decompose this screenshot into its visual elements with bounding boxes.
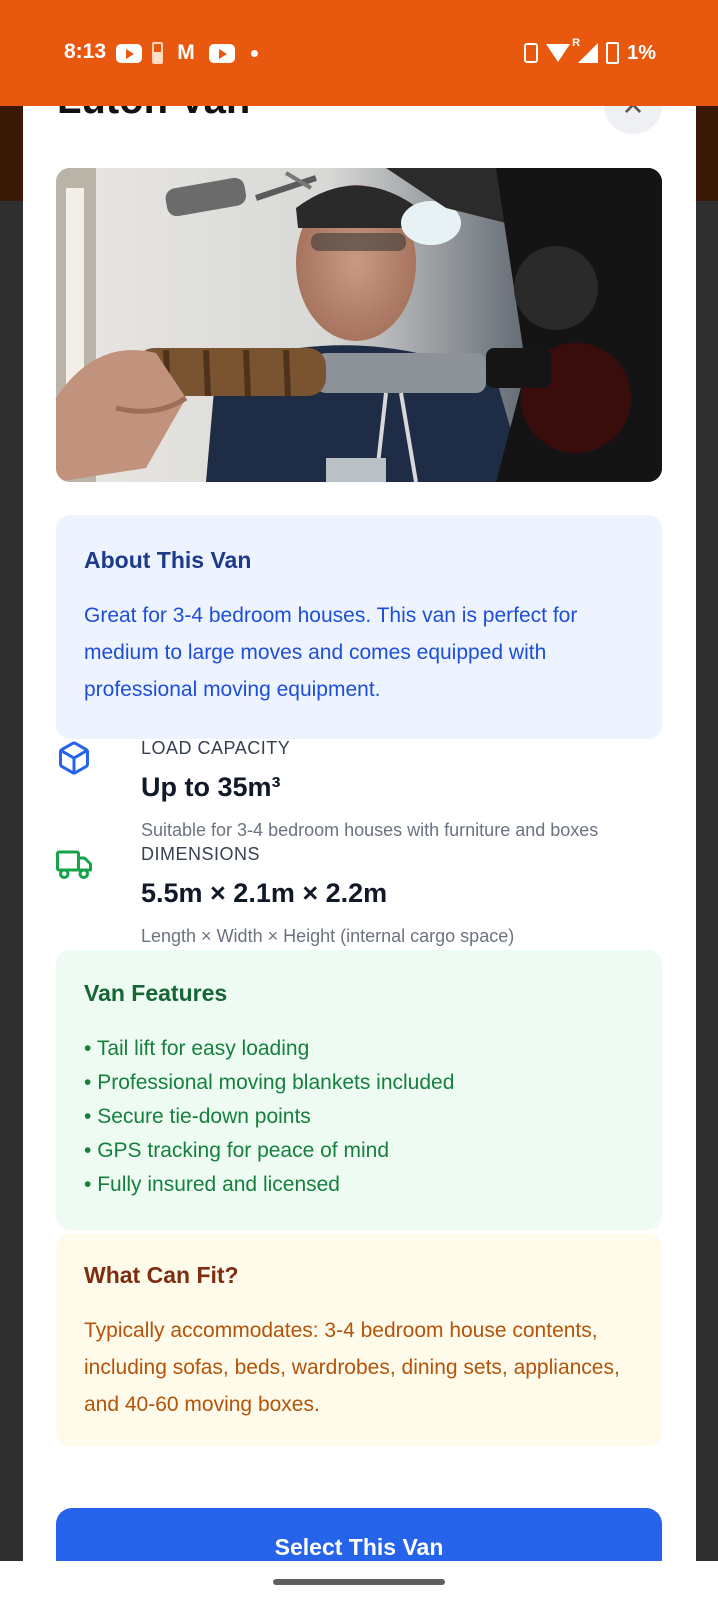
- roaming-badge: R: [572, 37, 581, 49]
- gmail-icon: M: [177, 41, 195, 64]
- features-list: Tail lift for easy loading Professional …: [84, 1032, 455, 1202]
- youtube-icon: [209, 43, 235, 63]
- about-title: About This Van: [84, 547, 252, 573]
- fit-text: Typically accommodates: 3-4 bedroom hous…: [84, 1319, 620, 1416]
- what-can-fit-section: What Can Fit? Typically accommodates: 3-…: [56, 1234, 662, 1446]
- dimensions-note: Length × Width × Height (internal cargo …: [141, 926, 515, 946]
- feature-item: Tail lift for easy loading: [84, 1032, 454, 1066]
- battery-icon: [606, 42, 620, 64]
- feature-item: Secure tie-down points: [84, 1100, 454, 1134]
- battery-percent: 1%: [627, 41, 656, 64]
- feature-item: Professional moving blankets included: [84, 1066, 454, 1100]
- truck-icon: [56, 850, 92, 879]
- about-text: Great for 3-4 bedroom houses. This van i…: [84, 604, 578, 701]
- status-time: 8:13: [64, 40, 107, 63]
- load-capacity-note: Suitable for 3-4 bedroom houses with fur…: [141, 820, 599, 840]
- status-bar: 8:13 M R 1%: [0, 0, 718, 106]
- modal-title: Luton Van: [57, 106, 250, 123]
- van-detail-modal: Luton Van ×: [23, 106, 696, 1561]
- load-capacity-label: LOAD CAPACITY: [141, 738, 291, 758]
- hero-photo: [56, 168, 662, 482]
- notification-icons: M: [116, 40, 258, 66]
- more-notifications-dot-icon: [251, 49, 258, 57]
- wifi-icon: [546, 44, 571, 62]
- features-title: Van Features: [84, 980, 228, 1006]
- feature-item: Fully insured and licensed: [84, 1168, 454, 1202]
- youtube-icon: [116, 43, 142, 63]
- load-capacity-spec: LOAD CAPACITY Up to 35m³ Suitable for 3-…: [56, 738, 676, 848]
- van-hero-image: [56, 168, 662, 482]
- features-section: Van Features Tail lift for easy loading …: [56, 950, 662, 1230]
- dimensions-label: DIMENSIONS: [141, 844, 261, 864]
- vibrate-icon: [524, 43, 539, 63]
- load-capacity-value: Up to 35m³: [141, 772, 281, 802]
- system-icons: R 1%: [524, 37, 656, 66]
- signal-icon: R: [572, 37, 599, 63]
- fit-title: What Can Fit?: [84, 1262, 239, 1288]
- select-van-button[interactable]: Select This Van: [56, 1508, 662, 1561]
- box-icon: [59, 741, 89, 775]
- feature-item: GPS tracking for peace of mind: [84, 1134, 454, 1168]
- dimensions-spec: DIMENSIONS 5.5m × 2.1m × 2.2m Length × W…: [56, 844, 676, 954]
- dimensions-value: 5.5m × 2.1m × 2.2m: [141, 878, 388, 908]
- battery-alert-icon: [152, 42, 163, 64]
- home-gesture-handle[interactable]: [273, 1579, 445, 1585]
- close-button[interactable]: ×: [604, 106, 662, 134]
- navigation-bar: [0, 1561, 718, 1600]
- about-section: About This Van Great for 3-4 bedroom hou…: [56, 515, 662, 739]
